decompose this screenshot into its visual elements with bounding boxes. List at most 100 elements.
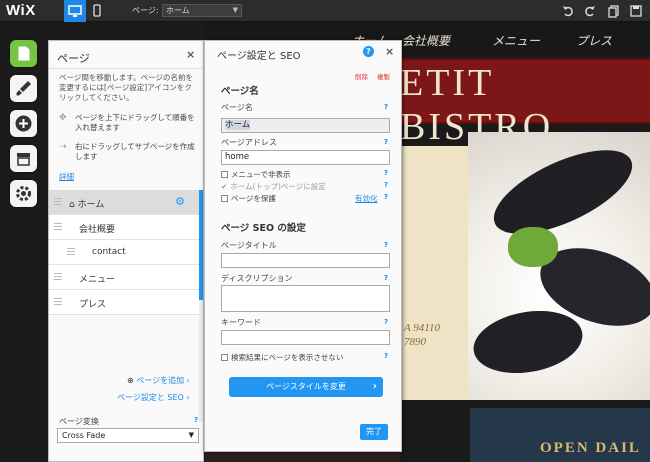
protect-page-checkbox[interactable]: ページを保護	[221, 193, 276, 204]
drag-handle-icon[interactable]	[54, 198, 62, 207]
set-home-page-checkbox: ✔ ホーム(トップ)ページに設定	[221, 182, 326, 191]
page-address-input[interactable]: home	[221, 150, 390, 165]
help-icon[interactable]: ?	[384, 318, 388, 326]
drag-right-icon: ⇢	[59, 142, 67, 152]
page-name-input[interactable]: ホーム	[221, 118, 390, 133]
check-icon: ✔	[221, 182, 228, 191]
page-settings-seo-panel: ページ設定と SEO ? × 削除 複製 ページ名 ページ名 ? ホーム ページ…	[204, 40, 402, 452]
drag-handle-icon[interactable]	[54, 223, 62, 232]
page-list-item-press[interactable]: プレス	[49, 290, 199, 315]
page-settings-gear-icon[interactable]: ⚙	[175, 195, 185, 208]
page-transition-select[interactable]: Cross Fade ▼	[57, 428, 199, 443]
scrollbar-thumb[interactable]	[199, 190, 203, 300]
help-icon[interactable]: ?	[194, 416, 198, 424]
pages-icon	[18, 46, 30, 61]
site-address-line: A 94110	[404, 322, 440, 334]
redo-button[interactable]	[582, 3, 598, 19]
reorder-tip: ✥ ページを上下にドラッグして順番を入れ替えます	[59, 113, 199, 133]
keywords-input[interactable]	[221, 330, 390, 345]
site-nav-about[interactable]: 会社概要	[402, 32, 450, 49]
help-icon[interactable]: ?	[363, 46, 374, 57]
page-select-value: ホーム	[166, 6, 190, 15]
seo-section-title: ページ SEO の設定	[221, 223, 306, 234]
page-list-item-label: contact	[92, 247, 126, 257]
page-select-dropdown[interactable]: ホーム ▼	[162, 4, 242, 17]
save-button[interactable]	[628, 3, 644, 19]
page-list-item-menu[interactable]: メニュー	[49, 265, 199, 290]
help-icon[interactable]: ?	[384, 241, 388, 249]
page-list-item-about[interactable]: 会社概要	[49, 215, 199, 240]
add-icon	[15, 115, 32, 132]
help-icon[interactable]: ?	[384, 181, 388, 189]
undo-icon	[563, 6, 573, 17]
help-icon[interactable]: ?	[384, 138, 388, 146]
desktop-icon	[68, 5, 82, 17]
change-page-style-button[interactable]: ページスタイルを変更 ›	[229, 377, 383, 397]
seo-panel-title: ページ設定と SEO	[217, 51, 301, 62]
page-select-label: ページ:	[132, 6, 159, 15]
page-transition-value: Cross Fade	[62, 431, 106, 440]
help-icon[interactable]: ?	[384, 193, 388, 201]
enable-protection-link[interactable]: 有効化	[355, 193, 378, 204]
site-nav-menu[interactable]: メニュー	[492, 32, 540, 49]
chevron-right-icon: ›	[372, 381, 377, 392]
chevron-right-icon: ›	[186, 376, 190, 385]
seo-title-input[interactable]	[221, 253, 390, 268]
add-rail-button[interactable]	[10, 110, 37, 137]
page-transition-label: ページ変換	[59, 417, 99, 426]
page-list-item-label: 会社概要	[79, 225, 116, 235]
done-button[interactable]: 完了	[360, 424, 388, 440]
pages-panel-title: ページ	[57, 52, 90, 65]
hide-from-search-checkbox[interactable]: 検索結果にページを表示させない	[221, 352, 343, 363]
chevron-down-icon: ▼	[188, 431, 194, 439]
redo-icon	[585, 6, 595, 17]
save-icon	[630, 5, 642, 17]
details-link[interactable]: 詳細	[59, 171, 74, 182]
desktop-view-button[interactable]	[64, 0, 86, 22]
pages-panel: ページ × ページ間を移動します。ページの名前を変更するには[ページ設定]アイコ…	[48, 40, 204, 462]
hide-from-menu-checkbox[interactable]: メニューで非表示	[221, 169, 291, 180]
mobile-view-button[interactable]	[88, 0, 106, 22]
store-rail-button[interactable]	[10, 145, 37, 172]
chevron-right-icon: ›	[186, 393, 190, 402]
site-nav-press[interactable]: プレス	[576, 32, 612, 49]
page-list-item-contact[interactable]: contact	[49, 240, 199, 265]
pages-rail-button[interactable]	[10, 40, 37, 67]
store-icon	[17, 153, 30, 166]
settings-icon	[16, 186, 31, 201]
brush-icon	[16, 81, 31, 96]
drag-handle-icon[interactable]	[54, 273, 62, 282]
top-toolbar: WiX ページ: ホーム ▼	[0, 0, 650, 22]
undo-button[interactable]	[560, 3, 576, 19]
design-rail-button[interactable]	[10, 75, 37, 102]
page-list-scrollbar[interactable]	[199, 190, 203, 422]
mobile-icon	[93, 4, 101, 17]
site-food-image[interactable]	[468, 132, 650, 400]
site-phone-line: 7890	[404, 336, 426, 348]
help-icon[interactable]: ?	[384, 169, 388, 177]
seo-description-textarea[interactable]	[221, 285, 390, 312]
drag-handle-icon[interactable]	[67, 248, 75, 257]
help-icon[interactable]: ?	[384, 352, 388, 360]
page-list-item-label: プレス	[79, 300, 107, 310]
subpage-tip: ⇢ 右にドラッグしてサブページを作成します	[59, 142, 199, 162]
pages-panel-description: ページ間を移動します。ページの名前を変更するには[ページ設定]アイコンをクリック…	[59, 73, 193, 102]
help-icon[interactable]: ?	[384, 274, 388, 282]
copy-button[interactable]	[606, 3, 622, 19]
drag-handle-icon[interactable]	[54, 298, 62, 307]
reorder-tip-text: ページを上下にドラッグして順番を入れ替えます	[75, 113, 195, 132]
seo-panel-close-button[interactable]: ×	[385, 45, 394, 58]
subpage-tip-text: 右にドラッグしてサブページを作成します	[75, 142, 195, 161]
add-page-link[interactable]: ⊕ ページを追加 ›	[127, 375, 190, 386]
duplicate-page-link[interactable]: 複製	[377, 71, 390, 81]
pages-panel-close-button[interactable]: ×	[186, 48, 195, 61]
page-name-label: ページ名	[221, 103, 253, 112]
delete-page-link[interactable]: 削除	[355, 71, 368, 81]
page-list-item-home[interactable]: ⌂ ホーム ⚙	[49, 190, 199, 215]
home-icon: ⌂	[69, 200, 75, 210]
settings-rail-button[interactable]	[10, 180, 37, 207]
move-icon: ✥	[59, 113, 67, 123]
wix-logo: WiX	[6, 2, 36, 19]
page-settings-seo-link[interactable]: ページ設定と SEO ›	[117, 392, 190, 403]
help-icon[interactable]: ?	[384, 103, 388, 111]
